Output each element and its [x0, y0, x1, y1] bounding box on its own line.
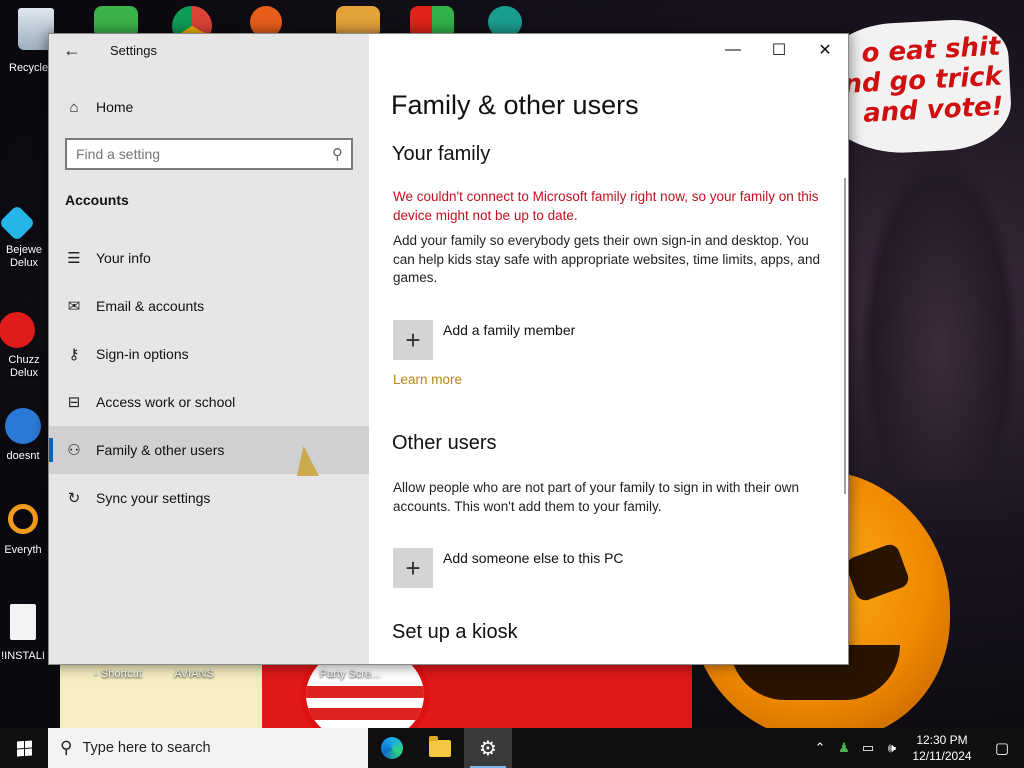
sidebar-item-label: Sign-in options: [96, 346, 189, 362]
minimize-button[interactable]: —: [710, 34, 756, 66]
briefcase-icon: ⊟: [67, 394, 81, 411]
sidebar-item-email-accounts[interactable]: ✉ Email & accounts: [49, 282, 369, 330]
nav-section-title: Accounts: [65, 192, 129, 208]
desktop-icon-label: - Shortcut: [94, 668, 142, 680]
family-description: Add your family so everybody gets their …: [393, 233, 820, 285]
sidebar-item-sync-settings[interactable]: ↻ Sync your settings: [49, 474, 369, 522]
section-heading-your-family: Your family: [392, 143, 491, 165]
gear-icon: ⚙: [479, 737, 497, 760]
add-family-member-button[interactable]: + Add a family member: [393, 320, 575, 360]
section-heading-other-users: Other users: [392, 432, 497, 454]
pumpkin-eye: [843, 541, 912, 604]
sidebar-item-sign-in-options[interactable]: ⚷ Sign-in options: [49, 330, 369, 378]
wallpaper-tree: [860, 150, 1020, 480]
desktop-icon-label: Party Scre...: [319, 668, 381, 680]
desktop-icon-label: AVIANS: [174, 668, 214, 680]
person-card-icon: ☰: [67, 250, 81, 267]
nav-home[interactable]: ⌂ Home: [65, 96, 133, 118]
chuzzle-icon: [0, 312, 35, 348]
maximize-button[interactable]: ☐: [756, 34, 802, 66]
notification-icon[interactable]: ▢: [980, 739, 1024, 757]
add-someone-else-button[interactable]: + Add someone else to this PC: [393, 548, 624, 588]
gem-icon: [0, 204, 36, 242]
window-title: Settings: [110, 43, 157, 58]
navigation-pane: ← Settings ⌂ Home ⚲ Accounts ☰ Your info…: [49, 34, 369, 664]
find-setting-search[interactable]: ⚲: [65, 138, 353, 170]
nav-home-label: Home: [96, 99, 134, 115]
taskbar-file-explorer[interactable]: [416, 728, 464, 768]
search-icon[interactable]: ⚲: [332, 145, 343, 163]
taskbar-settings[interactable]: ⚙: [464, 728, 512, 768]
desktop-icon-label: doesnt: [6, 450, 40, 462]
family-error-message: We couldn't connect to Microsoft family …: [393, 189, 819, 223]
desktop-icon-label: Everyth: [4, 544, 42, 556]
plus-icon: +: [393, 320, 433, 360]
learn-more-link[interactable]: Learn more: [393, 372, 462, 387]
sidebar-item-family-other-users[interactable]: ⚇ Family & other users: [49, 426, 369, 474]
app-icon: [5, 408, 41, 444]
windows-logo-icon: [16, 739, 32, 757]
desktop-icon-label: Chuzz Delux: [8, 354, 40, 379]
search-icon: ⚲: [60, 738, 73, 757]
desktop-icon-chuzzle[interactable]: Chuzz Delux: [0, 312, 52, 380]
search-input[interactable]: [67, 140, 317, 168]
clock[interactable]: 12:30 PM 12/11/2024: [904, 732, 980, 764]
section-heading-kiosk: Set up a kiosk: [392, 621, 518, 643]
content-scrollbar[interactable]: [844, 178, 846, 494]
window-controls: — ☐ ✕: [710, 34, 848, 66]
desktop-icon-party[interactable]: Party Scre...: [310, 668, 390, 681]
home-icon: ⌂: [69, 98, 79, 116]
person-add-icon: ⚇: [67, 442, 81, 459]
close-button[interactable]: ✕: [802, 34, 848, 66]
desktop-icon-label: Bejewe Delux: [5, 244, 43, 269]
search-app-icon: [8, 504, 38, 534]
sidebar-item-label: Sync your settings: [96, 490, 211, 506]
mail-icon: ✉: [67, 298, 81, 315]
start-button[interactable]: [0, 728, 48, 768]
wallpaper-text: o eat shit nd go trick and vote!: [842, 31, 1005, 129]
sidebar-item-your-info[interactable]: ☰ Your info: [49, 234, 369, 282]
chevron-up-icon[interactable]: ⌃: [808, 740, 832, 756]
taskbar-search-placeholder: Type here to search: [82, 740, 211, 756]
page-title: Family & other users: [391, 90, 639, 120]
clock-date: 12/11/2024: [912, 749, 972, 763]
content-pane: Family & other users Your family We coul…: [369, 66, 848, 664]
people-icon[interactable]: ♟: [832, 740, 856, 756]
volume-icon[interactable]: 🕪: [880, 740, 904, 756]
desktop-icon-shortcut[interactable]: - Shortcut: [86, 668, 150, 681]
system-tray: ⌃ ♟ ▭ 🕪 12:30 PM 12/11/2024 ▢: [808, 728, 1024, 768]
back-arrow-icon[interactable]: ←: [59, 38, 85, 62]
other-users-description: Allow people who are not part of your fa…: [393, 480, 799, 514]
taskbar: ⚲ Type here to search ⚙ ⌃ ♟ ▭ 🕪 12:30 PM…: [0, 728, 1024, 768]
key-icon: ⚷: [68, 346, 80, 363]
sidebar-item-label: Your info: [96, 250, 151, 266]
sync-icon: ↻: [67, 490, 81, 507]
add-family-member-label: Add a family member: [443, 322, 576, 338]
settings-window: ← Settings ⌂ Home ⚲ Accounts ☰ Your info…: [48, 33, 849, 665]
network-icon[interactable]: ▭: [856, 740, 880, 756]
plus-icon: +: [393, 548, 433, 588]
clock-time: 12:30 PM: [916, 733, 968, 747]
sidebar-item-label: Email & accounts: [96, 298, 205, 314]
folder-icon: [429, 735, 451, 757]
desktop-icon-avians[interactable]: AVIANS: [160, 668, 228, 681]
add-someone-else-label: Add someone else to this PC: [443, 550, 624, 566]
sidebar-item-label: Family & other users: [96, 442, 225, 458]
desktop-icon-label: !INSTALI: [1, 650, 45, 662]
taskbar-edge[interactable]: [368, 728, 416, 768]
taskbar-search-box[interactable]: ⚲ Type here to search: [48, 728, 368, 768]
desktop-icon-bejeweled[interactable]: Bejewe Delux: [0, 204, 52, 270]
sidebar-item-access-work[interactable]: ⊟ Access work or school: [49, 378, 369, 426]
edge-icon: [381, 737, 403, 759]
text-file-icon: [10, 604, 36, 640]
sidebar-item-label: Access work or school: [96, 394, 236, 410]
desktop-icon-label: Recycle: [9, 62, 49, 74]
